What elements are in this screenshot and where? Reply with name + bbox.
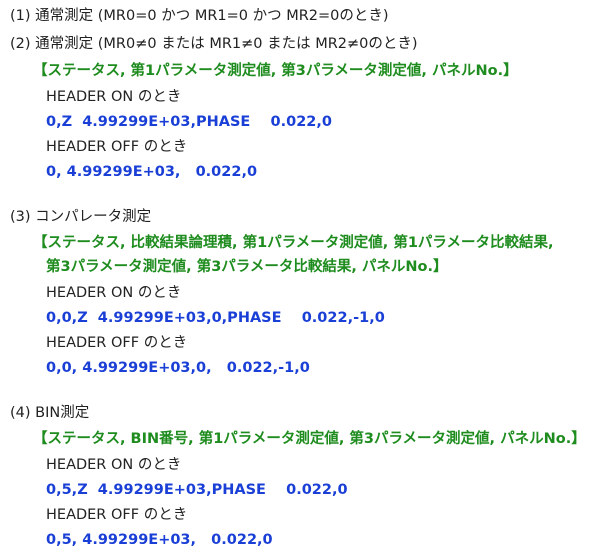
section4-format: 【ステータス, BIN番号, 第1パラメータ測定値, 第3パラメータ測定値, パ… xyxy=(33,431,586,447)
section2-header-on-label: HEADER ON のとき xyxy=(46,89,182,105)
section3-header-off-value: 0,0, 4.99299E+03,0, 0.022,-1,0 xyxy=(46,360,310,376)
section4-header-off-label: HEADER OFF のとき xyxy=(46,507,188,523)
section4-header-on-label: HEADER ON のとき xyxy=(46,457,182,473)
section3-header-off-label: HEADER OFF のとき xyxy=(46,335,188,351)
section4-header-on-value: 0,5,Z 4.99299E+03,PHASE 0.022,0 xyxy=(46,482,348,498)
section2-header-off-value: 0, 4.99299E+03, 0.022,0 xyxy=(46,164,258,180)
section2-header-off-label: HEADER OFF のとき xyxy=(46,139,188,155)
section4-heading: (4) BIN測定 xyxy=(10,405,90,421)
section3-format-line2: 第3パラメータ測定値, 第3パラメータ比較結果, パネルNo.】 xyxy=(46,259,448,275)
section2-format: 【ステータス, 第1パラメータ測定値, 第3パラメータ測定値, パネルNo.】 xyxy=(33,63,518,79)
section3-header-on-label: HEADER ON のとき xyxy=(46,285,182,301)
section3-header-on-value: 0,0,Z 4.99299E+03,0,PHASE 0.022,-1,0 xyxy=(46,310,385,326)
section4-header-off-value: 0,5, 4.99299E+03, 0.022,0 xyxy=(46,532,273,548)
section3-heading: (3) コンパレータ測定 xyxy=(10,209,152,225)
section2-header-on-value: 0,Z 4.99299E+03,PHASE 0.022,0 xyxy=(46,114,332,130)
section1-heading: (1) 通常測定 (MR0=0 かつ MR1=0 かつ MR2=0のとき) xyxy=(10,8,389,24)
section3-format-line1: 【ステータス, 比較結果論理積, 第1パラメータ測定値, 第1パラメータ比較結果… xyxy=(33,235,554,251)
section2-heading: (2) 通常測定 (MR0≠0 または MR1≠0 または MR2≠0のとき) xyxy=(10,36,418,52)
